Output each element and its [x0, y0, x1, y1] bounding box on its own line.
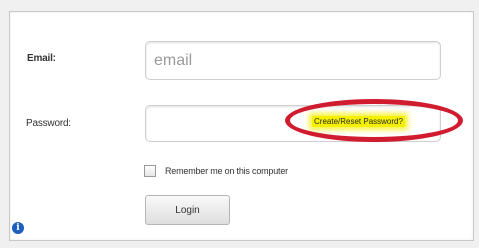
remember-me-label: Remember me on this computer: [165, 166, 288, 176]
create-reset-password-link[interactable]: Create/Reset Password?: [312, 116, 405, 127]
login-button[interactable]: Login: [145, 195, 230, 225]
password-label: Password:: [26, 118, 71, 129]
email-label: Email:: [27, 53, 56, 64]
info-icon[interactable]: i: [12, 222, 24, 234]
remember-me-checkbox[interactable]: [144, 165, 156, 177]
page-background: Email: Password: Create/Reset Password? …: [0, 0, 479, 248]
email-field[interactable]: [145, 41, 441, 80]
